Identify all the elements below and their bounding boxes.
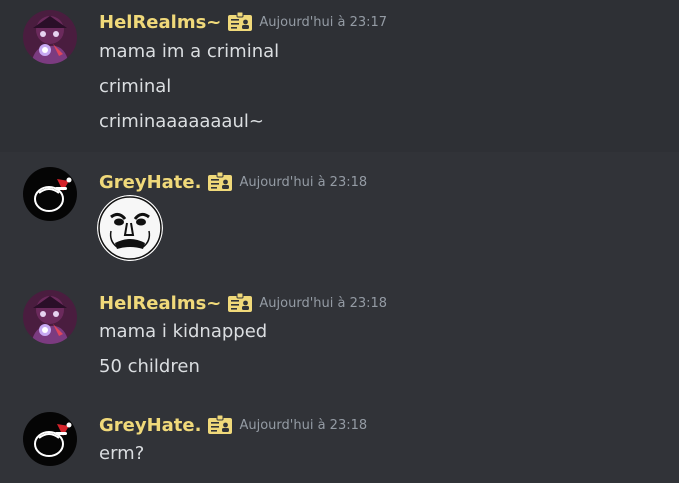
message-line: criminal: [99, 76, 172, 97]
username[interactable]: GreyHate.: [99, 415, 201, 436]
avatar-greyhate[interactable]: [23, 412, 77, 466]
message-line: mama i kidnapped: [99, 321, 268, 342]
purple-character-avatar-icon: [23, 290, 77, 344]
avatar-helrealms[interactable]: [23, 290, 77, 344]
id-card-badge-icon: [207, 414, 233, 435]
black-santa-hat-avatar-icon: [23, 412, 77, 466]
id-card-badge-icon: [227, 11, 253, 32]
message-line: erm?: [99, 443, 145, 464]
username[interactable]: HelRealms~: [99, 12, 221, 33]
chat-message-list: HelRealms~ Aujourd'hui à 23:17 mama im a…: [0, 0, 679, 483]
message-line: criminaaaaaaaul~: [99, 111, 264, 132]
avatar-greyhate[interactable]: [23, 167, 77, 221]
message-header: GreyHate. Aujourd'hui à 23:18: [99, 170, 367, 194]
timestamp[interactable]: Aujourd'hui à 23:17: [259, 15, 387, 30]
message-header: HelRealms~ Aujourd'hui à 23:18: [99, 291, 387, 315]
id-card-badge-icon: [207, 171, 233, 192]
id-card-badge-icon: [227, 292, 253, 313]
meme-face-sticker-icon: [97, 195, 163, 261]
purple-character-avatar-icon: [23, 10, 77, 64]
timestamp[interactable]: Aujourd'hui à 23:18: [259, 296, 387, 311]
avatar-helrealms[interactable]: [23, 10, 77, 64]
message-header: GreyHate. Aujourd'hui à 23:18: [99, 413, 367, 437]
timestamp[interactable]: Aujourd'hui à 23:18: [239, 418, 367, 433]
username[interactable]: HelRealms~: [99, 293, 221, 314]
message-line: 50 children: [99, 356, 200, 377]
username[interactable]: GreyHate.: [99, 172, 201, 193]
message-line: mama im a criminal: [99, 41, 280, 62]
black-santa-hat-avatar-icon: [23, 167, 77, 221]
message-header: HelRealms~ Aujourd'hui à 23:17: [99, 10, 387, 34]
timestamp[interactable]: Aujourd'hui à 23:18: [239, 175, 367, 190]
meme-face-sticker[interactable]: [97, 195, 163, 261]
